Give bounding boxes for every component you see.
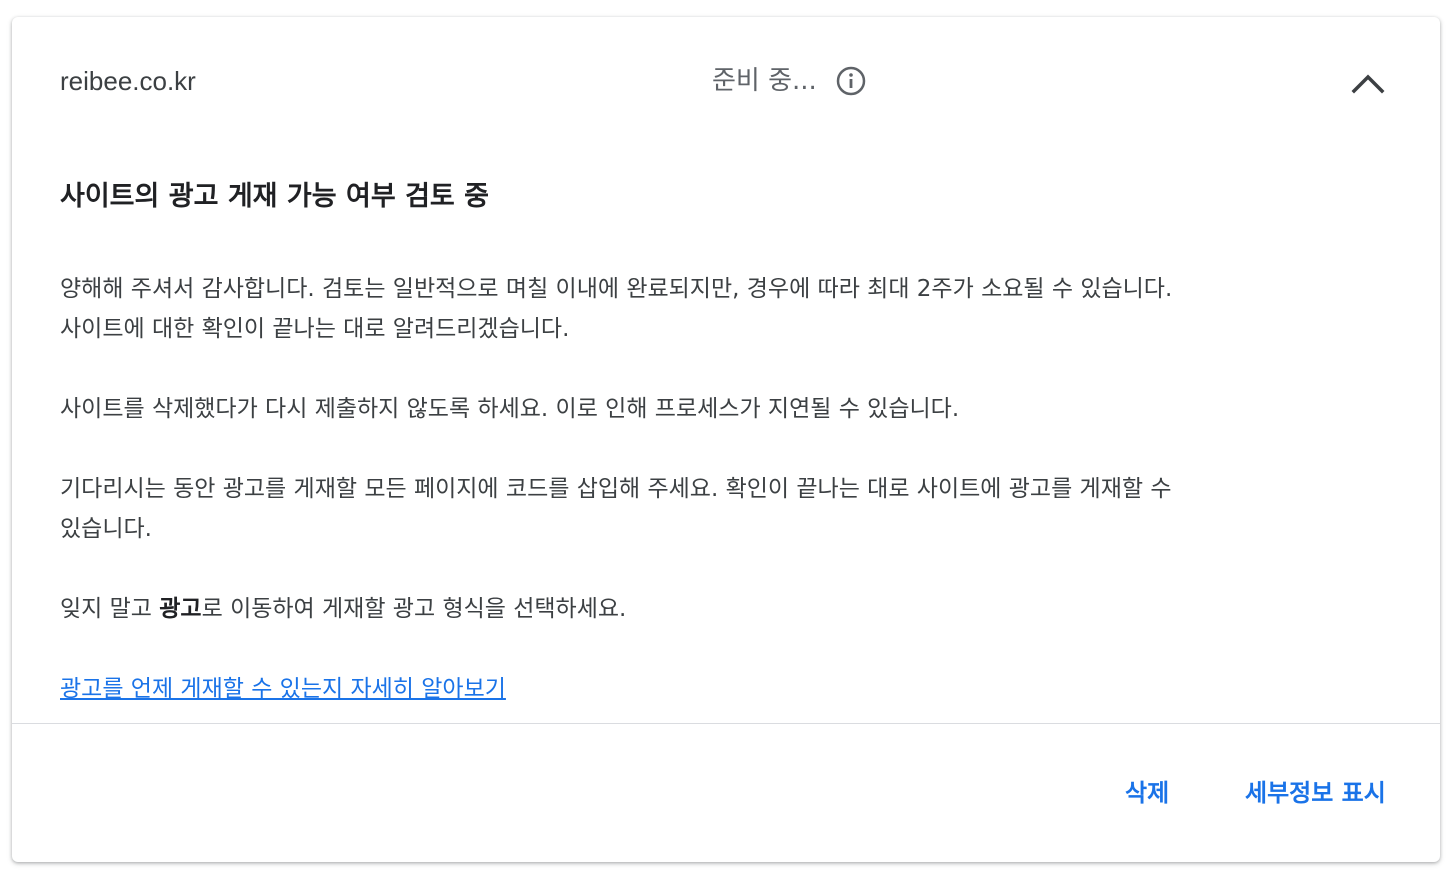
thanks-paragraph: 양해해 주셔서 감사합니다. 검토는 일반적으로 며칠 이내에 완료되지만, 경… bbox=[60, 269, 1370, 349]
delete-button[interactable]: 삭제 bbox=[1125, 775, 1169, 811]
code-insert-line-1: 기다리시는 동안 광고를 게재할 모든 페이지에 코드를 삽입해 주세요. 확인… bbox=[60, 476, 1172, 502]
show-details-button[interactable]: 세부정보 표시 bbox=[1245, 775, 1386, 811]
ad-format-paragraph: 잊지 말고 광고로 이동하여 게재할 광고 형식을 선택하세요. bbox=[60, 589, 1370, 629]
ad-format-text-after: 로 이동하여 게재할 광고 형식을 선택하세요. bbox=[201, 596, 627, 622]
card-content: 사이트의 광고 게재 가능 여부 검토 중 양해해 주셔서 감사합니다. 검토는… bbox=[60, 177, 1380, 702]
ad-format-text-before: 잊지 말고 bbox=[60, 596, 160, 622]
status-text: 준비 중... bbox=[712, 66, 817, 96]
status-indicator: 준비 중... bbox=[712, 63, 867, 99]
ads-bold-text: 광고 bbox=[159, 596, 202, 622]
thanks-line-2: 사이트에 대한 확인이 끝나는 대로 알려드리겠습니다. bbox=[60, 316, 570, 342]
resubmit-warning-paragraph: 사이트를 삭제했다가 다시 제출하지 않도록 하세요. 이로 인해 프로세스가 … bbox=[60, 396, 960, 422]
code-insert-paragraph: 기다리시는 동안 광고를 게재할 모든 페이지에 코드를 삽입해 주세요. 확인… bbox=[60, 469, 1370, 549]
thanks-line-1: 양해해 주셔서 감사합니다. 검토는 일반적으로 며칠 이내에 완료되지만, 경… bbox=[60, 276, 1173, 302]
collapse-button[interactable] bbox=[1346, 65, 1390, 101]
review-heading: 사이트의 광고 게재 가능 여부 검토 중 bbox=[60, 181, 489, 212]
chevron-up-icon bbox=[1351, 74, 1385, 94]
learn-more-link[interactable]: 광고를 언제 게재할 수 있는지 자세히 알아보기 bbox=[60, 669, 506, 709]
site-name: reibee.co.kr bbox=[60, 66, 196, 96]
code-insert-line-2: 있습니다. bbox=[60, 516, 152, 542]
site-review-card: reibee.co.kr 준비 중... 사이트의 광고 게재 가능 여부 검토… bbox=[12, 17, 1440, 862]
card-header[interactable]: reibee.co.kr 준비 중... bbox=[12, 17, 1440, 147]
info-icon[interactable] bbox=[835, 65, 867, 97]
footer-divider bbox=[12, 723, 1440, 724]
